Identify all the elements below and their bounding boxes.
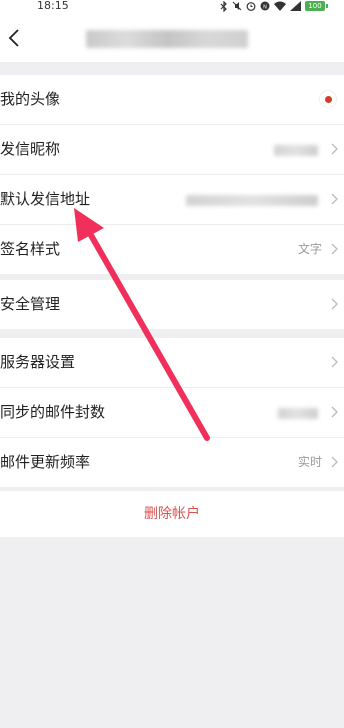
back-button[interactable] bbox=[0, 24, 28, 52]
row-sync-count[interactable]: 同步的邮件封数 bbox=[0, 388, 344, 438]
signal-icon bbox=[290, 1, 301, 11]
status-icons: N 100 bbox=[220, 0, 328, 12]
wifi-icon bbox=[274, 1, 286, 11]
chevron-right-icon bbox=[331, 243, 338, 255]
status-time: 18:15 bbox=[37, 0, 69, 12]
signature-style-value: 文字 bbox=[297, 242, 322, 256]
chevron-right-icon bbox=[331, 406, 338, 418]
status-bar: 18:15 N 100 bbox=[0, 0, 344, 14]
row-signature-style[interactable]: 签名样式 文字 bbox=[0, 225, 344, 274]
avatar[interactable] bbox=[320, 91, 336, 107]
chevron-right-icon bbox=[331, 456, 338, 468]
bluetooth-icon bbox=[220, 0, 227, 12]
battery-tip bbox=[326, 4, 328, 8]
chevron-right-icon bbox=[331, 143, 338, 155]
delete-account-button[interactable]: 删除帐户 bbox=[0, 491, 344, 537]
nav-bar bbox=[0, 14, 344, 62]
row-default-address[interactable]: 默认发信地址 bbox=[0, 175, 344, 225]
row-label-security: 安全管理 bbox=[0, 295, 61, 313]
row-label-server-settings: 服务器设置 bbox=[0, 353, 76, 371]
chevron-right-icon bbox=[331, 193, 338, 205]
nfc-icon: N bbox=[260, 1, 270, 11]
chevron-left-icon bbox=[8, 29, 19, 47]
row-label-update-frequency: 邮件更新频率 bbox=[0, 453, 91, 471]
row-label-default-address: 默认发信地址 bbox=[0, 190, 91, 208]
battery-icon: 100 bbox=[305, 1, 325, 11]
row-label-avatar: 我的头像 bbox=[0, 90, 61, 108]
row-security[interactable]: 安全管理 bbox=[0, 280, 344, 329]
alarm-icon bbox=[246, 2, 256, 11]
row-update-frequency[interactable]: 邮件更新频率 实时 bbox=[0, 438, 344, 487]
silent-icon bbox=[232, 1, 242, 11]
avatar-image bbox=[324, 95, 332, 103]
row-label-sync-count: 同步的邮件封数 bbox=[0, 403, 106, 421]
security-group: 安全管理 bbox=[0, 280, 344, 329]
row-server-settings[interactable]: 服务器设置 bbox=[0, 338, 344, 388]
nickname-value-redacted bbox=[274, 145, 318, 156]
row-avatar[interactable]: 我的头像 bbox=[0, 75, 344, 125]
page-title-redacted bbox=[86, 30, 248, 48]
account-info-group: 我的头像 发信昵称 默认发信地址 签名样式 文字 bbox=[0, 75, 344, 274]
row-nickname[interactable]: 发信昵称 bbox=[0, 125, 344, 175]
address-value-redacted bbox=[186, 195, 318, 206]
svg-text:N: N bbox=[263, 4, 267, 10]
chevron-right-icon bbox=[331, 356, 338, 368]
chevron-right-icon bbox=[331, 298, 338, 310]
server-group: 服务器设置 同步的邮件封数 邮件更新频率 实时 bbox=[0, 338, 344, 487]
row-label-nickname: 发信昵称 bbox=[0, 140, 61, 158]
update-frequency-value: 实时 bbox=[297, 455, 322, 469]
row-label-signature-style: 签名样式 bbox=[0, 240, 61, 258]
sync-count-value-redacted bbox=[278, 408, 318, 419]
